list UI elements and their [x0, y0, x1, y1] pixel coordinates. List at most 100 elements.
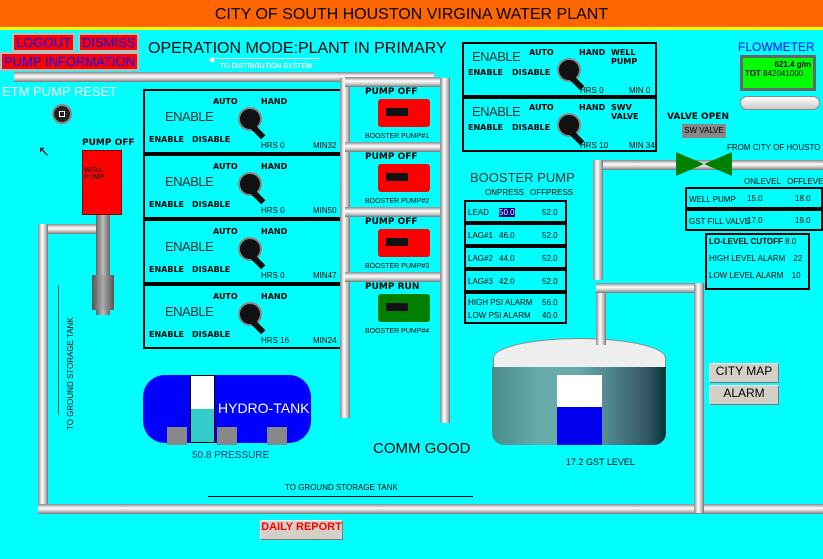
to-gst-vertical-label: TO GROUND STORAGE TANK: [66, 317, 75, 430]
row-name: LAG#3: [468, 277, 493, 286]
cursor-icon: ↖: [38, 143, 50, 159]
enable-button[interactable]: ENABLE: [149, 265, 184, 274]
hand-label: HAND: [261, 97, 288, 106]
low-psi-value[interactable]: 40.0: [542, 311, 558, 320]
onpress-value[interactable]: 44.0: [499, 254, 515, 263]
col-offpress: OFFPRESS: [530, 188, 574, 197]
enable-button[interactable]: ENABLE: [149, 330, 184, 339]
enable-button[interactable]: ENABLE: [149, 200, 184, 209]
offpress-value[interactable]: 52.0: [542, 254, 558, 263]
hours-value: HRS 0: [261, 271, 285, 280]
col-offlevel: OFFLEVE: [787, 177, 823, 186]
cutoff-label: LO-LEVEL CUTOFF: [709, 237, 783, 246]
to-distribution-label: TO DISTRIBUTION SYSTEM: [220, 63, 313, 70]
state-label: ENABLE: [472, 104, 521, 119]
tank-leg: [267, 427, 287, 445]
pump-status: PUMP OFF: [365, 152, 418, 162]
disable-button[interactable]: DISABLE: [192, 135, 230, 144]
hoa-panel: AUTO HAND ENABLE ENABLE DISABLE HRS 0 MI…: [143, 89, 343, 154]
booster-pump[interactable]: PUMP RUN BOOSTER PUMP#4: [345, 272, 445, 345]
flow-rate: 621.4 g/m: [774, 60, 811, 69]
auto-label: AUTO: [213, 162, 238, 171]
operation-mode: OPERATION MODE:PLANT IN PRIMARY: [148, 40, 447, 57]
low-level-label: LOW LEVEL ALARM: [709, 271, 784, 280]
enable-button[interactable]: ENABLE: [149, 135, 184, 144]
tank-leg: [167, 427, 187, 445]
high-psi-value[interactable]: 56.0: [542, 298, 558, 307]
etm-reset-button[interactable]: [52, 104, 72, 124]
to-gst-horizontal-label: TO GROUND STORAGE TANK: [285, 483, 398, 492]
hydro-tank-label: HYDRO-TANK: [218, 400, 310, 416]
hoa-selector-knob[interactable]: [238, 302, 262, 326]
etm-reset-label: ETM PUMP RESET: [2, 84, 118, 99]
onpress-value[interactable]: 50.0: [499, 208, 515, 217]
disable-button[interactable]: DISABLE: [192, 265, 230, 274]
row-name: LEAD: [468, 208, 489, 217]
minutes-value: MIN 34: [629, 141, 655, 150]
pipe: [40, 224, 96, 234]
auto-label: AUTO: [213, 227, 238, 236]
disable-button[interactable]: DISABLE: [192, 330, 230, 339]
onlevel-value[interactable]: 15.0: [747, 194, 763, 203]
auto-label: AUTO: [213, 292, 238, 301]
enable-button[interactable]: ENABLE: [468, 123, 503, 132]
col-onlevel: ONLEVEL: [744, 177, 781, 186]
hours-value: HRS 0: [261, 206, 285, 215]
hoa-selector-knob[interactable]: [238, 237, 262, 261]
disable-button[interactable]: DISABLE: [192, 200, 230, 209]
flowmeter-pipe: [740, 96, 820, 110]
hoa-selector-knob[interactable]: [238, 107, 262, 131]
minutes-value: MIN47: [313, 271, 337, 280]
well-pump-label: WELL PUMP: [84, 167, 105, 181]
city-map-button[interactable]: CITY MAP: [709, 363, 779, 383]
dismiss-button[interactable]: DISMISS: [78, 33, 140, 52]
enable-button[interactable]: ENABLE: [468, 68, 503, 77]
well-pump[interactable]: WELL PUMP: [82, 150, 122, 215]
onpress-value[interactable]: 42.0: [499, 277, 515, 286]
sw-valve-label[interactable]: SW VALVE: [682, 124, 726, 138]
disable-button[interactable]: DISABLE: [512, 123, 550, 132]
pipe: [38, 504, 823, 514]
offlevel-value[interactable]: 19.0: [795, 216, 811, 225]
booster-pump[interactable]: PUMP OFF BOOSTER PUMP#1: [345, 77, 445, 150]
state-label: ENABLE: [165, 109, 214, 124]
pipe: [38, 224, 48, 504]
daily-report-button[interactable]: DAILY REPORT: [260, 520, 343, 540]
arrow-line: [58, 285, 59, 415]
offpress-value[interactable]: 52.0: [542, 208, 558, 217]
booster-pump[interactable]: PUMP OFF BOOSTER PUMP#2: [345, 142, 445, 215]
pump-information-button[interactable]: PUMP INFORMATION: [0, 52, 139, 71]
pipe: [694, 283, 704, 513]
disable-button[interactable]: DISABLE: [512, 68, 550, 77]
cutoff-value: 8.0: [785, 237, 797, 246]
hoa-selector-knob[interactable]: [238, 172, 262, 196]
high-level-label: HIGH LEVEL ALARM: [709, 254, 786, 263]
hand-label: HAND: [261, 292, 288, 301]
low-psi-label: LOW PSI ALARM: [468, 311, 531, 320]
booster-pump[interactable]: PUMP OFF BOOSTER PUMP#3: [345, 207, 445, 280]
hand-label: HAND: [261, 227, 288, 236]
state-label: ENABLE: [472, 49, 521, 64]
gst-level: 17.2 GST LEVEL: [566, 457, 635, 467]
pump-status: PUMP RUN: [365, 282, 420, 292]
logout-button[interactable]: LOGOUT: [12, 33, 75, 52]
hoa-selector-knob[interactable]: [557, 113, 581, 137]
onlevel-value[interactable]: 17.0: [747, 216, 763, 225]
flowmeter-title: FLOWMETER: [738, 40, 815, 54]
valve-icon[interactable]: [676, 152, 704, 176]
pump-name: BOOSTER PUMP#1: [365, 133, 430, 140]
state-label: ENABLE: [165, 174, 214, 189]
offpress-value[interactable]: 52.0: [542, 277, 558, 286]
onpress-value[interactable]: 46.0: [499, 231, 515, 240]
offlevel-value[interactable]: 18.0: [795, 194, 811, 203]
device-name: WELL PUMP: [611, 48, 638, 66]
auto-label: AUTO: [529, 48, 554, 57]
hoa-selector-knob[interactable]: [557, 58, 581, 82]
title-bar: CITY OF SOUTH HOUSTON VIRGINA WATER PLAN…: [0, 0, 823, 30]
flowmeter-display: 621.4 g/m TOT 842041000: [740, 55, 816, 91]
booster-row: LAG#2 44.0 52.0: [464, 246, 567, 269]
pump-status: PUMP OFF: [365, 217, 418, 227]
device-panel: ENABLE AUTO HAND SWV VALVE ENABLE DISABL…: [462, 97, 657, 152]
offpress-value[interactable]: 52.0: [542, 231, 558, 240]
alarm-button[interactable]: ALARM: [709, 385, 779, 405]
